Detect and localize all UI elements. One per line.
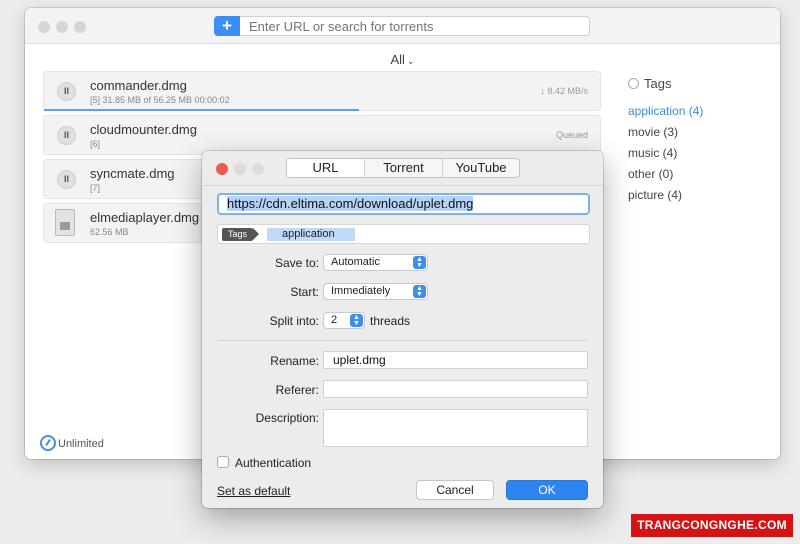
tab-torrent[interactable]: Torrent xyxy=(365,159,443,177)
add-download-dialog: URL Torrent YouTube https://cdn.eltima.c… xyxy=(202,151,603,508)
speedometer-icon xyxy=(40,435,56,451)
divider xyxy=(217,340,588,341)
chevron-updown-icon: ▲ ▼ xyxy=(413,285,426,298)
referer-label: Referer: xyxy=(275,383,319,397)
split-unit-label: threads xyxy=(370,314,411,328)
tag-item[interactable]: other (0) xyxy=(628,164,773,185)
save-to-label: Save to: xyxy=(274,256,319,270)
pause-icon[interactable]: II xyxy=(57,82,76,101)
start-value: Immediately xyxy=(331,285,391,297)
tags-field[interactable]: Tags application xyxy=(217,224,590,244)
set-as-default-link[interactable]: Set as default xyxy=(217,484,290,498)
pause-icon[interactable]: II xyxy=(57,126,76,145)
description-field[interactable] xyxy=(323,409,588,447)
speed-limit-label: Unlimited xyxy=(58,438,104,450)
file-icon xyxy=(55,209,75,236)
title-bar: + xyxy=(25,8,780,44)
authentication-label: Authentication xyxy=(235,456,312,470)
authentication-checkbox[interactable] xyxy=(217,456,229,468)
split-label: Split into: xyxy=(269,314,319,328)
add-download-button[interactable]: + xyxy=(214,16,240,36)
tags-panel: Tags application (4) movie (3) music (4)… xyxy=(628,76,773,206)
tag-item[interactable]: application (4) xyxy=(628,101,773,122)
tags-label: Tags xyxy=(222,228,260,241)
search-input[interactable] xyxy=(240,16,590,36)
split-value: 2 xyxy=(331,314,338,326)
start-select[interactable]: Immediately ▲ ▼ xyxy=(323,283,428,300)
cancel-button[interactable]: Cancel xyxy=(416,480,494,500)
description-label: Description: xyxy=(255,411,319,425)
chevron-updown-icon: ▲ ▼ xyxy=(413,256,426,269)
download-name: elmediaplayer.dmg xyxy=(90,210,200,225)
tag-item[interactable]: picture (4) xyxy=(628,185,773,206)
download-progress-bar xyxy=(44,109,359,111)
download-meta: [5] 31.85 MB of 56.25 MB 00:00:02 xyxy=(90,95,230,105)
source-tabs: URL Torrent YouTube xyxy=(286,158,520,178)
referer-field[interactable] xyxy=(323,380,588,398)
download-name: commander.dmg xyxy=(90,78,187,93)
download-item[interactable]: II commander.dmg [5] 31.85 MB of 56.25 M… xyxy=(43,71,601,111)
tags-header: Tags xyxy=(628,76,773,91)
tags-title: Tags xyxy=(644,76,672,91)
speed-limit-control[interactable]: Unlimited xyxy=(40,435,104,451)
download-name: cloudmounter.dmg xyxy=(90,122,197,137)
minimize-window-button[interactable] xyxy=(56,21,68,33)
chevron-updown-icon: ▲ ▼ xyxy=(350,314,363,327)
url-field[interactable]: https://cdn.eltima.com/download/uplet.dm… xyxy=(217,193,590,215)
ok-button[interactable]: OK xyxy=(506,480,588,500)
tab-url[interactable]: URL xyxy=(287,159,365,177)
download-status: ↓ 8.42 MB/s xyxy=(540,86,588,96)
rename-field[interactable]: uplet.dmg xyxy=(323,351,588,369)
tag-item[interactable]: music (4) xyxy=(628,143,773,164)
dialog-zoom-button[interactable] xyxy=(252,163,264,175)
split-threads-select[interactable]: 2 ▲ ▼ xyxy=(323,312,365,329)
tag-item[interactable]: movie (3) xyxy=(628,122,773,143)
download-meta: [6] xyxy=(90,139,101,149)
pause-icon[interactable]: II xyxy=(57,170,76,189)
rename-label: Rename: xyxy=(270,354,319,368)
zoom-window-button[interactable] xyxy=(74,21,86,33)
filter-dropdown[interactable]: All ⌄ xyxy=(25,52,780,67)
tab-youtube[interactable]: YouTube xyxy=(443,159,519,177)
chevron-down-icon: ⌄ xyxy=(406,56,415,66)
dialog-minimize-button[interactable] xyxy=(234,163,246,175)
tag-circle-icon xyxy=(628,78,639,89)
download-meta: [7] xyxy=(90,183,101,193)
download-meta: 62.56 MB xyxy=(90,227,129,237)
tag-chip[interactable]: application xyxy=(267,228,355,241)
watermark-logo: TRANGCONGNGHE.COM xyxy=(631,514,793,537)
download-item[interactable]: II cloudmounter.dmg [6] Queued xyxy=(43,115,601,155)
start-label: Start: xyxy=(290,285,319,299)
divider xyxy=(202,185,603,186)
download-name: syncmate.dmg xyxy=(90,166,175,181)
dialog-close-button[interactable] xyxy=(216,163,228,175)
save-to-value: Automatic xyxy=(331,256,380,268)
url-value: https://cdn.eltima.com/download/uplet.dm… xyxy=(227,196,474,211)
save-to-select[interactable]: Automatic ▲ ▼ xyxy=(323,254,428,271)
download-status: Queued xyxy=(555,130,588,140)
filter-label: All xyxy=(390,52,405,67)
close-window-button[interactable] xyxy=(38,21,50,33)
